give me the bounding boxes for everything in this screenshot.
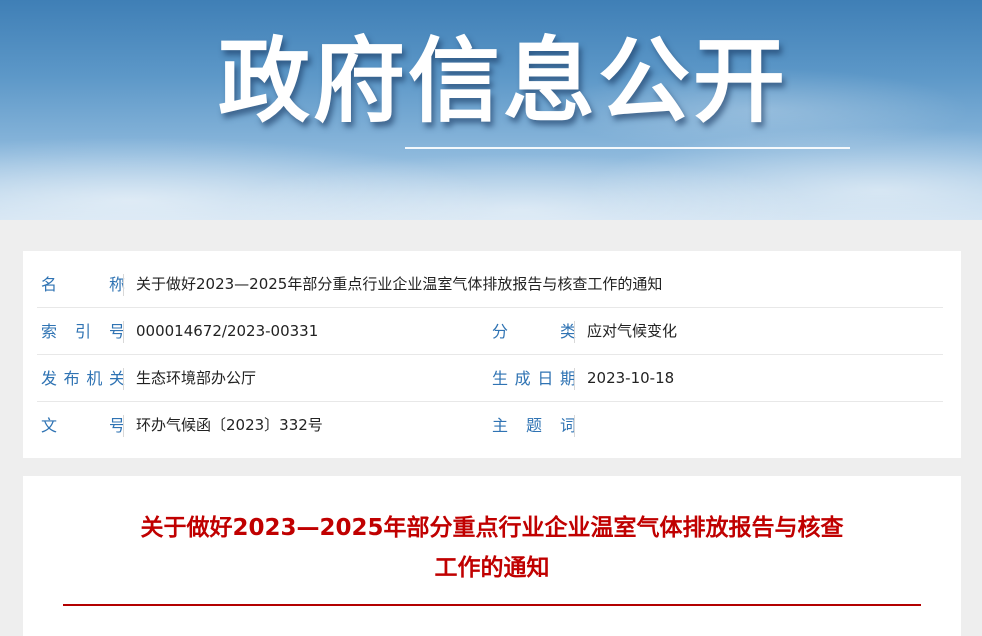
meta-row-name: 名 称 关于做好2023—2025年部分重点行业企业温室气体排放报告与核查工作的… <box>37 261 943 308</box>
document-title-line-2: 工作的通知 <box>434 555 550 581</box>
banner-title: 政府信息公开 <box>218 28 789 135</box>
divider <box>123 321 124 343</box>
issuer-label: 发布机关 <box>41 369 125 388</box>
header-banner: 政府信息公开 <box>0 0 982 220</box>
name-value: 关于做好2023—2025年部分重点行业企业温室气体排放报告与核查工作的通知 <box>136 275 663 293</box>
issuer-value: 生态环境部办公厅 <box>136 369 257 387</box>
name-label: 名 称 <box>41 275 125 294</box>
divider <box>123 274 124 296</box>
docno-value: 环办气候函〔2023〕332号 <box>136 416 323 434</box>
banner-underline <box>405 147 850 149</box>
meta-row-index: 索 引 号 000014672/2023-00331 分 类 应对气候变化 <box>37 308 943 355</box>
meta-row-issuer: 发布机关 生态环境部办公厅 生成日期 2023-10-18 <box>37 355 943 402</box>
document-metadata-panel: 名 称 关于做好2023—2025年部分重点行业企业温室气体排放报告与核查工作的… <box>23 251 961 458</box>
category-value: 应对气候变化 <box>587 322 678 340</box>
document-title-line-1: 关于做好2023—2025年部分重点行业企业温室气体排放报告与核查 <box>140 515 844 541</box>
meta-row-docno: 文 号 环办气候函〔2023〕332号 主 题 词 <box>37 402 943 449</box>
date-value: 2023-10-18 <box>587 369 675 387</box>
document-content-panel: 关于做好2023—2025年部分重点行业企业温室气体排放报告与核查 工作的通知 <box>23 476 961 636</box>
title-divider <box>63 604 921 606</box>
subject-label: 主 题 词 <box>492 416 576 435</box>
category-label: 分 类 <box>492 322 576 341</box>
divider <box>574 415 575 437</box>
date-label: 生成日期 <box>492 369 576 388</box>
index-label: 索 引 号 <box>41 322 125 341</box>
divider <box>574 321 575 343</box>
divider <box>574 368 575 390</box>
divider <box>123 415 124 437</box>
document-title: 关于做好2023—2025年部分重点行业企业温室气体排放报告与核查 工作的通知 <box>63 508 921 588</box>
divider <box>123 368 124 390</box>
index-value: 000014672/2023-00331 <box>136 322 319 340</box>
docno-label: 文 号 <box>41 416 125 435</box>
